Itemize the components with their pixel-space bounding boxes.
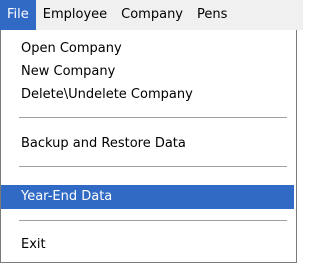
menu-item-year-end-data[interactable]: Year-End Data [1,185,294,209]
menu-item-label: New Company [21,64,116,79]
menu-file[interactable]: File [0,0,36,30]
menu-item-exit[interactable]: Exit [1,234,294,256]
menu-separator [19,117,287,119]
menu-item-backup-restore[interactable]: Backup and Restore Data [1,133,294,155]
menu-employee[interactable]: Employee [36,0,114,30]
menu-bar: File Employee Company Pens [0,0,303,30]
menu-company[interactable]: Company [114,0,190,30]
menu-item-label: Year-End Data [21,189,113,204]
menu-item-label: Delete\Undelete Company [21,87,193,102]
menu-item-label: Backup and Restore Data [21,136,186,151]
menu-item-label: Open Company [21,41,122,56]
menu-separator [19,220,287,222]
menu-item-new-company[interactable]: New Company [1,61,294,83]
file-menu-dropdown: Open Company New Company Delete\Undelete… [0,30,297,263]
menu-item-open-company[interactable]: Open Company [1,38,294,60]
menu-item-label: Exit [21,237,46,252]
menu-pens[interactable]: Pens [190,0,234,30]
menu-separator [19,166,287,168]
menu-item-delete-undelete-company[interactable]: Delete\Undelete Company [1,84,294,106]
